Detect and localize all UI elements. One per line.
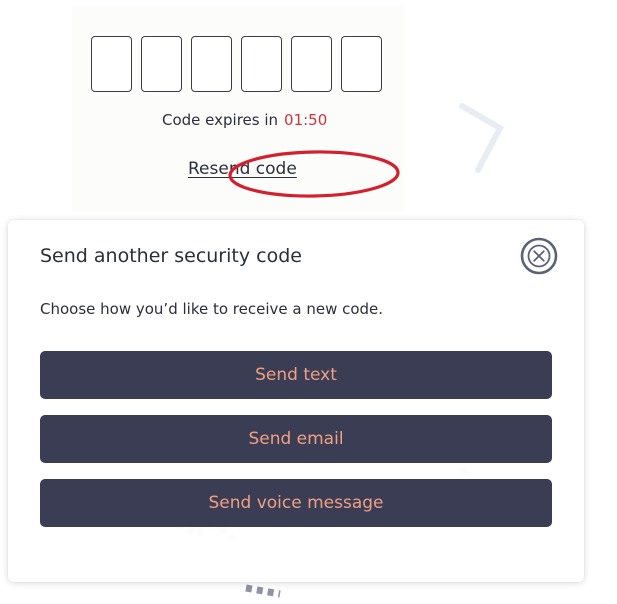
send-voice-message-button[interactable]: Send voice message — [40, 479, 552, 527]
code-digit-3[interactable] — [191, 36, 232, 92]
resend-code-link[interactable]: Resend code — [188, 159, 297, 179]
close-button[interactable] — [520, 237, 558, 275]
code-digit-6[interactable] — [341, 36, 382, 92]
send-code-modal: Send another security code Choose how yo… — [8, 220, 584, 582]
code-expiry-label: Code expires in — [162, 111, 279, 129]
send-voice-message-label: Send voice message — [208, 493, 384, 513]
code-digit-1[interactable] — [91, 36, 132, 92]
send-email-label: Send email — [248, 429, 344, 449]
send-text-button[interactable]: Send text — [40, 351, 552, 399]
send-email-button[interactable]: Send email — [40, 415, 552, 463]
code-digit-2[interactable] — [141, 36, 182, 92]
code-digit-5[interactable] — [291, 36, 332, 92]
code-expiry-timer: 01:50 — [284, 111, 328, 129]
modal-subtitle: Choose how you’d like to receive a new c… — [40, 300, 384, 318]
close-circle-icon — [520, 237, 558, 275]
code-expiry: Code expires in 01:50 — [162, 111, 327, 129]
modal-title: Send another security code — [40, 245, 302, 267]
code-entry-panel: Code expires in 01:50 Resend code — [72, 6, 404, 211]
send-text-label: Send text — [255, 365, 337, 385]
code-inputs — [91, 36, 382, 92]
code-digit-4[interactable] — [241, 36, 282, 92]
